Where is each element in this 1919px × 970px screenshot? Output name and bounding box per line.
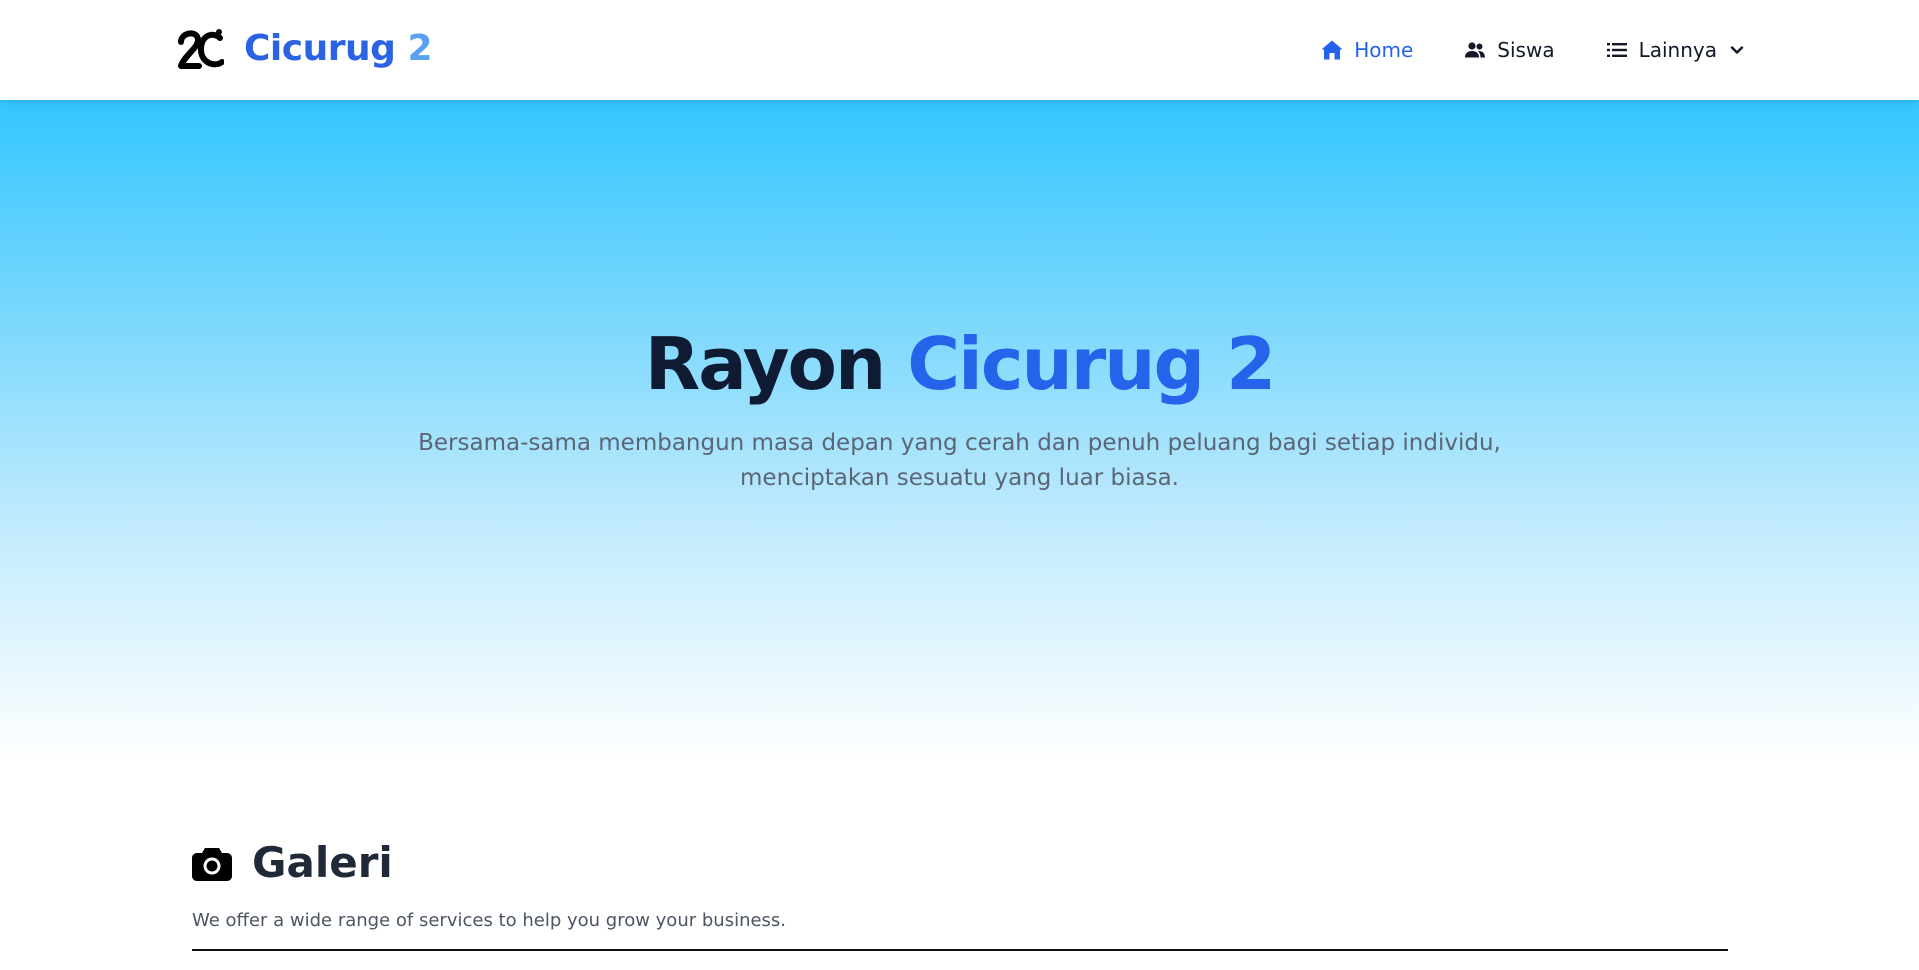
nav-home[interactable]: Home (1320, 38, 1413, 62)
nav-lainnya-dropdown[interactable]: Lainnya (1605, 38, 1745, 62)
nav-lainnya-label: Lainnya (1638, 38, 1717, 62)
hero-title: Rayon Cicurug 2 (0, 328, 1919, 400)
brand-number: 2 (407, 28, 432, 69)
gallery-subtitle: We offer a wide range of services to hel… (192, 910, 787, 931)
gallery-heading: Galeri (192, 842, 393, 884)
hero-title-prefix: Rayon (644, 322, 886, 406)
nav-siswa-label: Siswa (1497, 38, 1555, 62)
navbar: Cicurug 2 Home Siswa Lainnya (0, 0, 1919, 100)
brand-link[interactable]: Cicurug 2 (178, 26, 432, 72)
home-icon (1321, 40, 1343, 60)
hero-title-accent: Cicurug 2 (907, 322, 1276, 406)
hero-subtitle: Bersama-sama membangun masa depan yang c… (0, 426, 1919, 496)
brand-word: Cicurug (244, 28, 396, 69)
hero-subtitle-line1: Bersama-sama membangun masa depan yang c… (418, 430, 1501, 456)
camera-icon (192, 848, 232, 881)
nav-siswa[interactable]: Siswa (1463, 38, 1555, 62)
hero-subtitle-line2: menciptakan sesuatu yang luar biasa. (740, 465, 1179, 491)
list-icon (1606, 43, 1627, 57)
main-nav: Home Siswa Lainnya (1270, 0, 1745, 100)
nav-home-label: Home (1354, 38, 1414, 62)
2c-logo-icon (178, 29, 224, 69)
chevron-down-icon (1730, 46, 1744, 54)
gallery-divider (192, 949, 1728, 951)
users-icon (1465, 42, 1486, 58)
brand-name: Cicurug 2 (244, 31, 432, 67)
hero-section: Rayon Cicurug 2 Bersama-sama membangun m… (0, 100, 1919, 760)
gallery-title: Galeri (252, 838, 393, 887)
